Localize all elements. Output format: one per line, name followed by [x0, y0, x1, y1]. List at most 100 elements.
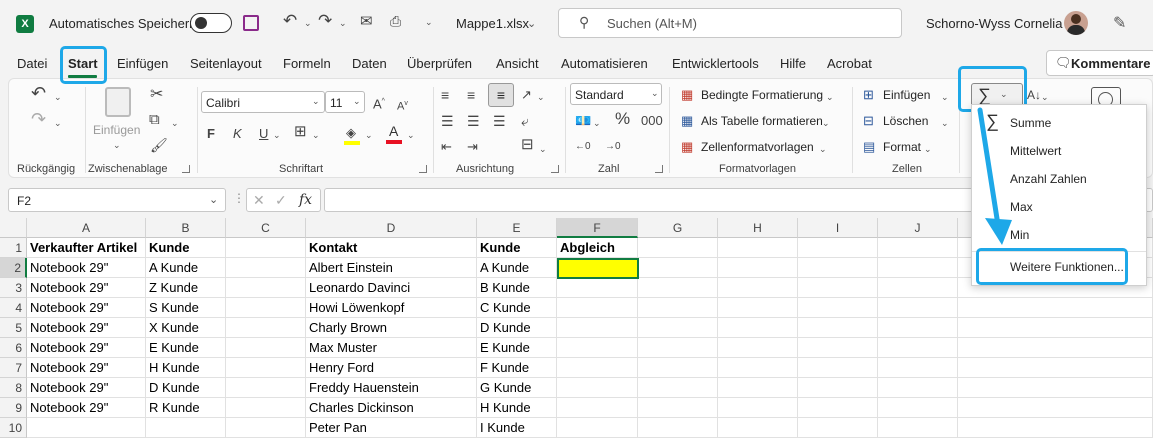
cell-g8[interactable]	[638, 378, 718, 398]
underline-dropdown-icon[interactable]: ⌄	[273, 127, 281, 143]
cell-f4[interactable]	[557, 298, 638, 318]
fill-color-icon[interactable]: ◈	[344, 125, 360, 145]
cell-b5[interactable]: X Kunde	[146, 318, 226, 338]
cell-f1[interactable]: Abgleich	[557, 238, 638, 258]
cell-g1[interactable]	[638, 238, 718, 258]
cell-b4[interactable]: S Kunde	[146, 298, 226, 318]
cell-i5[interactable]	[798, 318, 878, 338]
cell-i9[interactable]	[798, 398, 878, 418]
redo-icon[interactable]: ↷	[318, 11, 332, 31]
cell-b9[interactable]: R Kunde	[146, 398, 226, 418]
cell-e10[interactable]: I Kunde	[477, 418, 557, 438]
cell-h3[interactable]	[718, 278, 798, 298]
cell-i6[interactable]	[798, 338, 878, 358]
print-icon[interactable]: ⎙	[390, 13, 401, 30]
comments-button[interactable]: 🗨 Kommentare	[1046, 50, 1153, 76]
cell-g7[interactable]	[638, 358, 718, 378]
row-header[interactable]: 6	[0, 338, 27, 358]
column-header-d[interactable]: D	[306, 218, 477, 238]
number-format-select[interactable]: Standard ⌄	[570, 83, 662, 105]
conditional-format-dropdown-icon[interactable]: ⌄	[826, 89, 834, 105]
cell-a8[interactable]: Notebook 29"	[27, 378, 146, 398]
cell-h10[interactable]	[718, 418, 798, 438]
tab-acrobat[interactable]: Acrobat	[827, 56, 872, 71]
row-header[interactable]: 1	[0, 238, 27, 258]
redo-dropdown-icon[interactable]: ⌄	[339, 18, 347, 29]
cell-b3[interactable]: Z Kunde	[146, 278, 226, 298]
paste-icon[interactable]	[105, 87, 131, 117]
cell-i2[interactable]	[798, 258, 878, 278]
cell-f5[interactable]	[557, 318, 638, 338]
tab-hilfe[interactable]: Hilfe	[780, 56, 806, 71]
cell-e2[interactable]: A Kunde	[477, 258, 557, 278]
cell-f9[interactable]	[557, 398, 638, 418]
font-color-icon[interactable]: A	[386, 123, 402, 145]
tab-entwicklertools[interactable]: Entwicklertools	[672, 56, 759, 71]
cell-e7[interactable]: F Kunde	[477, 358, 557, 378]
column-header-e[interactable]: E	[477, 218, 557, 238]
row-header[interactable]: 5	[0, 318, 27, 338]
align-left-icon[interactable]: ☰	[441, 113, 454, 129]
cell-g3[interactable]	[638, 278, 718, 298]
cell-g6[interactable]	[638, 338, 718, 358]
borders-icon[interactable]: ⊞	[294, 124, 307, 140]
cell-f6[interactable]	[557, 338, 638, 358]
tab-seitenlayout[interactable]: Seitenlayout	[190, 56, 262, 71]
cell-k9[interactable]	[958, 398, 1153, 418]
tab-einfuegen[interactable]: Einfügen	[117, 56, 168, 71]
cell-i8[interactable]	[798, 378, 878, 398]
cell-a9[interactable]: Notebook 29"	[27, 398, 146, 418]
cell-d10[interactable]: Peter Pan	[306, 418, 477, 438]
cell-a5[interactable]: Notebook 29"	[27, 318, 146, 338]
cell-styles-label[interactable]: Zellenformatvorlagen	[701, 140, 814, 154]
cell-a3[interactable]: Notebook 29"	[27, 278, 146, 298]
percent-icon[interactable]: %	[615, 110, 630, 127]
orientation-icon[interactable]: ↗	[521, 87, 532, 103]
tab-formeln[interactable]: Formeln	[283, 56, 331, 71]
column-header-i[interactable]: I	[798, 218, 878, 238]
merge-cells-icon[interactable]: ⊟	[521, 137, 534, 153]
font-name-select[interactable]: Calibri ⌄	[201, 91, 325, 113]
font-size-select[interactable]: 11 ⌄	[325, 91, 365, 113]
underline-button[interactable]: U	[259, 126, 268, 142]
tab-ansicht[interactable]: Ansicht	[496, 56, 539, 71]
align-bottom-icon[interactable]: ≡	[488, 83, 514, 107]
cell-i1[interactable]	[798, 238, 878, 258]
cell-h6[interactable]	[718, 338, 798, 358]
cell-g9[interactable]	[638, 398, 718, 418]
format-painter-icon[interactable]: 🖌	[150, 137, 168, 153]
cell-e5[interactable]: D Kunde	[477, 318, 557, 338]
cell-a7[interactable]: Notebook 29"	[27, 358, 146, 378]
insert-cells-icon[interactable]: ⊞	[863, 87, 874, 103]
enter-icon[interactable]: ✓	[275, 192, 287, 209]
cell-g2[interactable]	[638, 258, 718, 278]
user-name[interactable]: Schorno-Wyss Cornelia	[926, 16, 1062, 31]
conditional-format-icon[interactable]: ▦	[681, 87, 693, 103]
tab-daten[interactable]: Daten	[352, 56, 387, 71]
cell-j3[interactable]	[878, 278, 958, 298]
copy-icon[interactable]: ⧉	[149, 112, 160, 128]
cell-j10[interactable]	[878, 418, 958, 438]
ribbon-undo-icon[interactable]: ↶	[31, 84, 46, 102]
cell-h5[interactable]	[718, 318, 798, 338]
row-header[interactable]: 10	[0, 418, 27, 438]
italic-button[interactable]: K	[233, 126, 242, 142]
insert-function-icon[interactable]: fx	[299, 192, 312, 208]
cell-j9[interactable]	[878, 398, 958, 418]
cell-e8[interactable]: G Kunde	[477, 378, 557, 398]
align-center-icon[interactable]: ☰	[467, 113, 480, 129]
row-header[interactable]: 7	[0, 358, 27, 378]
cell-c2[interactable]	[226, 258, 306, 278]
cell-j8[interactable]	[878, 378, 958, 398]
cell-c8[interactable]	[226, 378, 306, 398]
cell-d5[interactable]: Charly Brown	[306, 318, 477, 338]
column-header-g[interactable]: G	[638, 218, 718, 238]
cell-h2[interactable]	[718, 258, 798, 278]
format-table-dropdown-icon[interactable]: ⌄	[822, 115, 830, 131]
row-header[interactable]: 4	[0, 298, 27, 318]
cell-d9[interactable]: Charles Dickinson	[306, 398, 477, 418]
row-header[interactable]: 8	[0, 378, 27, 398]
cell-d2[interactable]: Albert Einstein	[306, 258, 477, 278]
cell-k7[interactable]	[958, 358, 1153, 378]
cell-styles-dropdown-icon[interactable]: ⌄	[819, 141, 827, 157]
